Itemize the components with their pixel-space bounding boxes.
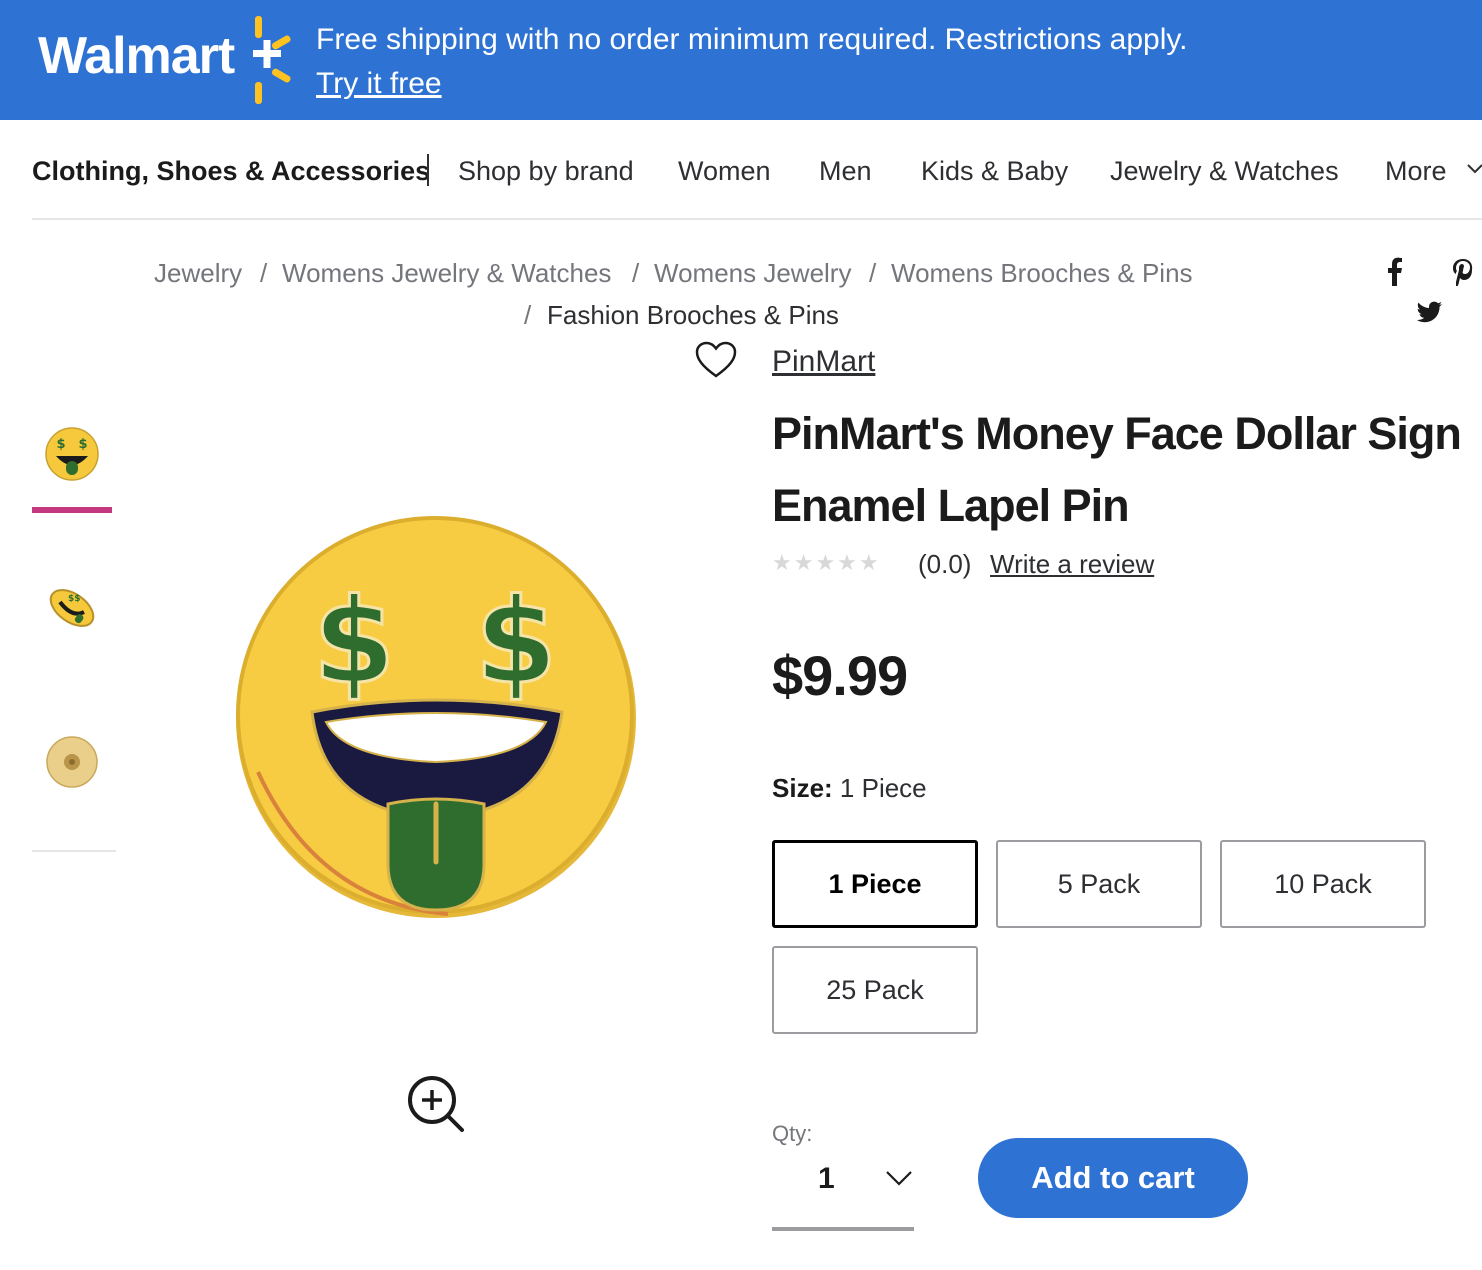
nav-kids-baby[interactable]: Kids & Baby bbox=[921, 155, 1068, 187]
twitter-icon[interactable] bbox=[1414, 298, 1444, 328]
breadcrumb-womens-jewelry-watches[interactable]: Womens Jewelry & Watches bbox=[282, 257, 611, 289]
product-title: PinMart's Money Face Dollar Sign Enamel … bbox=[772, 408, 1462, 531]
nav-shop-by-brand[interactable]: Shop by brand bbox=[458, 155, 634, 187]
product-main-image[interactable]: $ $ bbox=[228, 512, 644, 922]
size-selected-value: 1 Piece bbox=[839, 773, 927, 803]
quantity-label: Qty: bbox=[772, 1121, 813, 1146]
breadcrumb-separator: / bbox=[632, 258, 640, 288]
breadcrumb-separator: / bbox=[869, 258, 877, 288]
try-it-free-link[interactable]: Try it free bbox=[316, 66, 442, 102]
dollar-eye-left: $ bbox=[311, 571, 396, 712]
thumbnail-divider bbox=[32, 850, 116, 852]
promo-text: Free shipping with no order minimum requ… bbox=[316, 23, 1188, 56]
thumbnail-back[interactable] bbox=[32, 722, 112, 802]
nav-more[interactable]: More bbox=[1385, 155, 1447, 187]
favorite-heart-icon[interactable] bbox=[694, 340, 738, 380]
svg-text:$: $ bbox=[475, 572, 557, 710]
svg-text:$: $ bbox=[313, 572, 395, 710]
chevron-down-icon[interactable] bbox=[884, 1168, 914, 1188]
rating-value: (0.0) bbox=[918, 549, 972, 579]
brand-link[interactable]: PinMart bbox=[772, 344, 875, 380]
rating-stars: ★★★★★ bbox=[772, 550, 881, 575]
size-option-5-pack[interactable]: 5 Pack bbox=[996, 840, 1202, 928]
zoom-in-icon[interactable] bbox=[404, 1072, 468, 1136]
size-option-25-pack[interactable]: 25 Pack bbox=[772, 946, 978, 1034]
size-option-1-piece[interactable]: 1 Piece bbox=[772, 840, 978, 928]
svg-text:$: $ bbox=[56, 437, 65, 452]
nav-clothing-shoes-accessories[interactable]: Clothing, Shoes & Accessories bbox=[32, 155, 430, 187]
chevron-down-icon[interactable] bbox=[1466, 160, 1482, 178]
quantity-value: 1 bbox=[818, 1162, 835, 1195]
breadcrumb-separator: / bbox=[260, 258, 268, 288]
add-to-cart-button[interactable]: Add to cart bbox=[978, 1138, 1248, 1218]
breadcrumb-womens-brooches-pins[interactable]: Womens Brooches & Pins bbox=[891, 257, 1193, 289]
breadcrumb-fashion-brooches-pins[interactable]: Fashion Brooches & Pins bbox=[547, 299, 839, 331]
thumbnail-selected-indicator bbox=[32, 507, 112, 513]
nav-divider-line bbox=[32, 218, 1482, 220]
nav-women[interactable]: Women bbox=[678, 155, 771, 187]
breadcrumb-separator: / bbox=[524, 300, 532, 330]
size-label-heading: Size: bbox=[772, 773, 833, 803]
walmart-plus-spark-icon bbox=[253, 16, 291, 104]
nav-jewelry-watches[interactable]: Jewelry & Watches bbox=[1110, 155, 1339, 187]
pinterest-icon[interactable] bbox=[1448, 256, 1478, 286]
svg-text:$: $ bbox=[78, 437, 87, 452]
product-price: $9.99 bbox=[772, 644, 908, 707]
svg-text:$$: $$ bbox=[68, 594, 81, 604]
size-label: Size: 1 Piece bbox=[772, 772, 927, 804]
breadcrumb-jewelry[interactable]: Jewelry bbox=[154, 257, 242, 289]
quantity-underline bbox=[772, 1227, 914, 1231]
nav-men[interactable]: Men bbox=[819, 155, 872, 187]
walmart-plus-banner: Walmart Free shipping with no order mini… bbox=[0, 0, 1482, 120]
money-face-thumbnail-icon: $ $ bbox=[45, 427, 99, 481]
thumbnail-front[interactable]: $ $ bbox=[32, 414, 112, 494]
breadcrumb-womens-jewelry[interactable]: Womens Jewelry bbox=[654, 257, 851, 289]
nav-divider bbox=[427, 154, 429, 186]
size-option-10-pack[interactable]: 10 Pack bbox=[1220, 840, 1426, 928]
write-review-link[interactable]: Write a review bbox=[990, 548, 1154, 580]
pin-back-thumbnail-icon bbox=[46, 736, 98, 788]
dollar-eye-right: $ bbox=[473, 571, 558, 712]
walmart-logo-text: Walmart bbox=[38, 27, 235, 85]
thumbnail-angle[interactable]: $$ bbox=[32, 568, 112, 648]
money-face-angle-thumbnail-icon: $$ bbox=[49, 589, 95, 627]
quantity-select[interactable] bbox=[772, 1150, 914, 1232]
facebook-icon[interactable] bbox=[1380, 256, 1410, 286]
